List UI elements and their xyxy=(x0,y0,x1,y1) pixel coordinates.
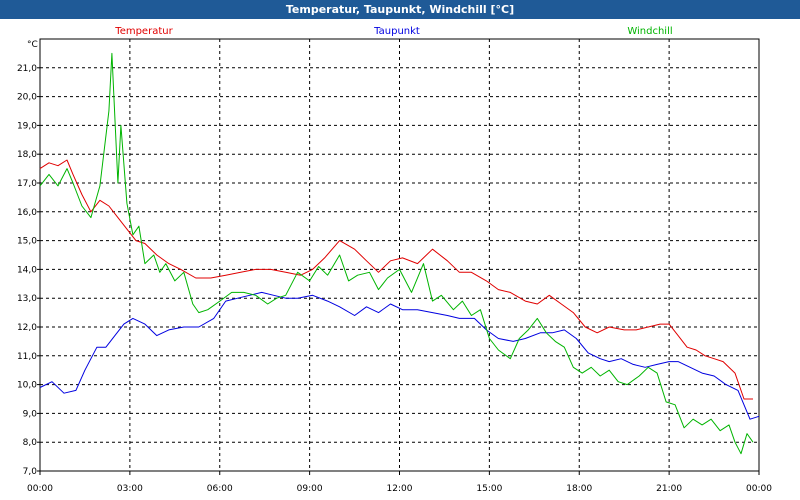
legend: Temperatur Taupunkt Windchill xyxy=(114,26,672,37)
x-tick-time: 21:00 xyxy=(656,484,682,494)
y-tick-label: 13,0 xyxy=(17,294,37,304)
x-tick-time: 06:00 xyxy=(207,484,233,494)
y-axis-ticks: 7,0 8,0 9,0 10,0 11,0 12,0 13,0 14,0 15,0 16,0 17,… xyxy=(17,64,40,477)
chart-title-bar: Temperatur, Taupunkt, Windchill [°C] xyxy=(0,0,800,19)
y-tick-label: 16,0 xyxy=(17,208,37,218)
x-tick-time: 09:00 xyxy=(297,484,323,494)
y-tick-label: 19,0 xyxy=(17,121,37,131)
x-tick-time: 03:00 xyxy=(117,484,143,494)
y-tick-label: 20,0 xyxy=(17,93,37,103)
y-tick-label: 18,0 xyxy=(17,150,37,160)
y-tick-label: 10,0 xyxy=(17,381,37,391)
y-tick-label: 12,0 xyxy=(17,323,37,333)
x-axis-ticks: 00:0004.06.2003:0004.06.2006:0004.06.200… xyxy=(27,471,772,494)
y-tick-label: 15,0 xyxy=(17,237,37,247)
y-tick-label: 17,0 xyxy=(17,179,37,189)
legend-label-taupunkt: Taupunkt xyxy=(373,26,420,37)
y-tick-label: 21,0 xyxy=(17,64,37,74)
x-tick-time: 12:00 xyxy=(387,484,413,494)
y-tick-label: 8,0 xyxy=(23,438,38,448)
x-tick-time: 18:00 xyxy=(566,484,592,494)
x-tick-time: 00:00 xyxy=(746,484,772,494)
line-chart: 7,0 8,0 9,0 10,0 11,0 12,0 13,0 14,0 15,0 16,0 17,… xyxy=(17,26,772,494)
legend-label-windchill: Windchill xyxy=(627,26,672,37)
chart-area: 7,0 8,0 9,0 10,0 11,0 12,0 13,0 14,0 15,0 16,0 17,… xyxy=(0,19,800,500)
legend-label-temperatur: Temperatur xyxy=(114,26,173,37)
x-tick-time: 00:00 xyxy=(27,484,53,494)
y-axis-unit-label: °C xyxy=(27,40,38,50)
y-tick-label: 7,0 xyxy=(23,467,38,477)
y-tick-label: 9,0 xyxy=(23,409,38,419)
x-tick-time: 15:00 xyxy=(476,484,502,494)
y-tick-label: 14,0 xyxy=(17,265,37,275)
chart-title: Temperatur, Taupunkt, Windchill [°C] xyxy=(285,3,515,16)
y-tick-label: 11,0 xyxy=(17,352,37,362)
